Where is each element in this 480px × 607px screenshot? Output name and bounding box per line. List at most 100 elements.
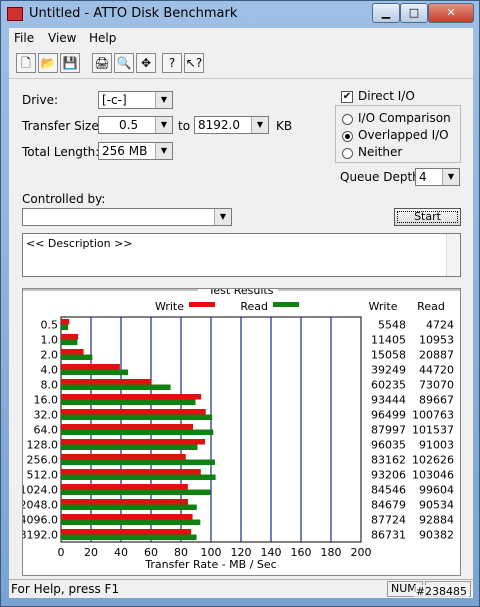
close-button[interactable]: ✕ xyxy=(428,3,474,23)
write-value: 84679 xyxy=(371,499,406,512)
write-value: 93206 xyxy=(371,469,406,482)
write-value: 96035 xyxy=(371,439,406,452)
write-value: 84546 xyxy=(371,484,406,497)
read-value: 99604 xyxy=(419,484,454,497)
direct-io-checkbox[interactable]: ✔ xyxy=(341,91,353,103)
transfer-from-select[interactable]: 0.5 ▼ xyxy=(98,116,173,134)
print-icon[interactable]: 🖨 xyxy=(92,53,112,73)
read-column-header: Read xyxy=(417,300,445,313)
x-tick-label: 0 xyxy=(58,546,65,559)
context-help-icon[interactable]: ↖? xyxy=(184,53,204,73)
transfer-size-label: 64.0 xyxy=(34,424,59,437)
chevron-down-icon[interactable]: ▼ xyxy=(155,117,172,133)
read-bar xyxy=(61,324,69,330)
overlapped-io-label[interactable]: Overlapped I/O xyxy=(358,128,449,142)
transfer-size-label: 2.0 xyxy=(41,349,59,362)
read-value: 90382 xyxy=(419,529,454,542)
transfer-size-label: Transfer Size: xyxy=(22,119,103,133)
read-bar xyxy=(61,444,198,450)
write-value: 93444 xyxy=(371,394,406,407)
new-icon[interactable]: 🗋 xyxy=(16,53,36,73)
kb-label: KB xyxy=(276,119,293,133)
drive-value: [-c-] xyxy=(102,93,127,107)
description-scrollbar[interactable] xyxy=(446,234,460,276)
read-value: 89667 xyxy=(419,394,454,407)
write-bar xyxy=(61,409,206,415)
test-results-panel: Test Results Write Read Write Read 0.5 1.… xyxy=(20,284,461,576)
transfer-from-value: 0.5 xyxy=(119,118,139,132)
x-tick-label: 180 xyxy=(321,546,342,559)
write-value: 83162 xyxy=(371,454,406,467)
save-icon[interactable]: 💾 xyxy=(60,53,80,73)
chevron-down-icon[interactable]: ▼ xyxy=(155,143,172,159)
io-comparison-label[interactable]: I/O Comparison xyxy=(358,111,451,125)
controlled-by-label: Controlled by: xyxy=(22,192,106,206)
transfer-size-label: 256.0 xyxy=(27,454,59,467)
write-bar xyxy=(61,394,202,400)
read-bar xyxy=(61,339,78,345)
write-legend-swatch xyxy=(189,302,215,307)
transfer-size-label: 128.0 xyxy=(27,439,59,452)
transfer-size-label: 16.0 xyxy=(34,394,59,407)
direct-io-label[interactable]: Direct I/O xyxy=(358,89,415,103)
write-bar xyxy=(61,514,193,520)
minimize-button[interactable]: ▁ xyxy=(372,3,400,23)
transfer-size-label: 4096.0 xyxy=(23,514,58,527)
write-value: 87724 xyxy=(371,514,406,527)
io-comparison-radio[interactable] xyxy=(342,114,353,125)
write-bar xyxy=(61,484,188,490)
open-icon[interactable]: 📂 xyxy=(38,53,58,73)
chevron-down-icon[interactable]: ▼ xyxy=(251,117,268,133)
read-bar xyxy=(61,414,213,420)
results-chart: Test Results Write Read Write Read 0.5 1.… xyxy=(20,284,460,571)
write-bar xyxy=(61,319,70,325)
neither-radio[interactable] xyxy=(342,148,353,159)
neither-label[interactable]: Neither xyxy=(358,145,402,159)
write-bar xyxy=(61,379,152,385)
read-value: 90534 xyxy=(419,499,454,512)
category-labels: 0.5 1.0 2.0 4.0 8.0 16.0 32.0 64.0 128.0 256.0 512… xyxy=(20,319,59,542)
move-icon[interactable]: ✥ xyxy=(136,53,156,73)
menu-help[interactable]: Help xyxy=(89,31,116,45)
read-bar xyxy=(61,489,211,495)
chevron-down-icon[interactable]: ▼ xyxy=(155,92,172,108)
maximize-button[interactable]: □ xyxy=(400,3,428,23)
description-text: << Description >> xyxy=(26,237,133,250)
overlapped-io-radio[interactable] xyxy=(342,131,353,142)
write-value: 11405 xyxy=(371,334,406,347)
title-bar[interactable]: Untitled - ATTO Disk Benchmark ▁ □ ✕ xyxy=(1,1,479,28)
menu-view[interactable]: View xyxy=(48,31,76,45)
total-length-select[interactable]: 256 MB ▼ xyxy=(98,142,173,160)
transfer-size-label: 512.0 xyxy=(27,469,59,482)
read-legend-label: Read xyxy=(240,300,268,313)
read-bar xyxy=(61,504,197,510)
window-title: Untitled - ATTO Disk Benchmark xyxy=(29,6,238,21)
write-value: 5548 xyxy=(378,319,406,332)
write-bar xyxy=(61,454,186,460)
read-bar xyxy=(61,429,214,435)
transfer-to-select[interactable]: 8192.0 ▼ xyxy=(194,116,269,134)
chevron-down-icon[interactable]: ▼ xyxy=(442,169,459,185)
read-value: 44720 xyxy=(419,364,454,377)
chevron-down-icon[interactable]: ▼ xyxy=(214,209,231,225)
status-help-text: For Help, press F1 xyxy=(11,582,120,596)
write-value: 60235 xyxy=(371,379,406,392)
print-preview-icon[interactable]: 🔍 xyxy=(114,53,134,73)
controlled-by-select[interactable]: ▼ xyxy=(22,208,232,226)
write-legend-label: Write xyxy=(155,300,184,313)
queue-depth-value: 4 xyxy=(419,170,427,184)
watermark-text: #238485 xyxy=(413,585,469,598)
write-bar xyxy=(61,334,79,340)
help-icon[interactable]: ? xyxy=(162,53,182,73)
description-textarea[interactable]: << Description >> xyxy=(22,233,461,277)
total-length-value: 256 MB xyxy=(102,144,148,158)
read-value: 101537 xyxy=(412,424,454,437)
menu-file[interactable]: File xyxy=(14,31,34,45)
read-value: 91003 xyxy=(419,439,454,452)
write-column-header: Write xyxy=(368,300,397,313)
queue-depth-select[interactable]: 4 ▼ xyxy=(415,168,460,186)
write-value: 87997 xyxy=(371,424,406,437)
drive-select[interactable]: [-c-] ▼ xyxy=(98,91,173,109)
start-button[interactable]: Start xyxy=(394,208,461,226)
read-value: 10953 xyxy=(419,334,454,347)
